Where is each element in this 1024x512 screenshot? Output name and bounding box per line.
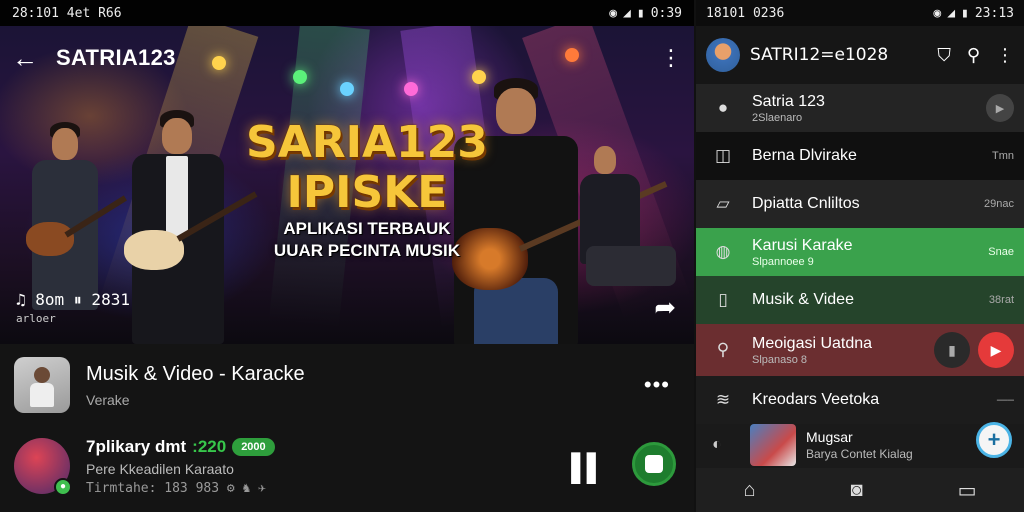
hero-meta: ♫ 8om ⏸ 2831 arloer [16,290,130,325]
chat-icon: ▱ [716,194,730,213]
mini-player-thumbnail [750,424,796,466]
whatsapp-icon: ● [54,478,72,496]
now-playing-number: :220 [192,436,227,456]
menu-item-title: Kreodars Veetoka [752,391,880,408]
stage-light [340,82,354,96]
right-panel: 18101 0236 ◉ ◢ ▮ 23:13 SATRI12=e1028 ⛉ ⚲… [696,0,1024,512]
menu-item-karaoke[interactable]: ◍ Karusi Karake Slpannoee 9 Snae [696,228,1024,276]
more-horiz-icon[interactable]: ••• [644,372,670,398]
battery-icon: ▮ [961,5,969,21]
status-icons: ◉ ◢ ▮ 23:13 [933,6,1014,21]
menu-item-meta: Snae [988,246,1014,258]
search-icon[interactable]: ⚲ [967,45,980,66]
now-playing-title: 7plikary dmt :220 2000 [86,437,275,457]
library-icon[interactable]: ▭ [958,478,977,503]
mini-player-subtitle: Barya Contet Kialag [806,447,913,461]
user-icon: ● [717,98,729,117]
menu-item-meta: 38rat [988,294,1014,306]
back-arrow-icon[interactable]: ← [12,43,42,74]
home-icon[interactable]: ⌂ [743,479,755,502]
status-icons: ◉ ◢ ▮ 0:39 [609,6,682,21]
stop-icon [645,455,663,473]
menu-item-title: Dpiatta Cnliltos [752,195,860,212]
stage-light [404,82,418,96]
search-icon: ⚲ [716,340,730,359]
mini-player-title: Mugsar [806,429,853,445]
drawer-header: SATRI12=e1028 ⛉ ⚲ ⋮ [696,26,1024,84]
list-item-subtitle: Verake [86,391,130,408]
status-bar: 18101 0236 ◉ ◢ ▮ 23:13 [696,0,1024,26]
status-clock: 23:13 [974,5,1014,21]
menu-item-title: Berna Dlvirake [752,147,857,164]
subheadline-line1: APLIKASI TERBAUK [283,219,451,238]
mic-icon: ◍ [715,242,731,261]
menu-item-wifi[interactable]: ≋ Kreodars Veetoka —– [696,376,1024,424]
play-icon[interactable]: ▶ [986,94,1014,122]
page-title: SATRIA123 [56,45,176,70]
karaoke-thumbnail [14,357,70,413]
ear-icon: ◐ [712,436,722,453]
now-playing-name: 7plikary dmt [86,436,187,456]
status-bar: 28:101 4et R66 ◉ ◢ ▮ 0:39 [0,0,694,26]
wifi-icon: ◉ [933,5,942,21]
bookmark-icon[interactable]: ▮ [934,332,970,368]
more-vert-icon[interactable]: ⋮ [996,45,1014,66]
musician-singer [112,110,262,344]
signal-icon: ◢ [947,5,956,21]
more-vert-icon[interactable]: ⋮ [660,45,682,71]
menu-item-subtitle: 2Slaenaro [752,111,803,124]
add-button[interactable]: + [976,422,1012,458]
left-panel: 28:101 4et R66 ◉ ◢ ▮ 0:39 ← SATRIA123 ⋮ … [0,0,694,512]
menu-item-subtitle: Slpanaso 8 [752,353,808,366]
list-item-title: Musik & Video - Karacke [86,362,305,385]
headline-line1: SARIA123 [246,117,488,168]
status-badge: 2000 [232,437,275,456]
profile-name: SATRI12=e1028 [750,45,889,65]
menu-item-title: Satria 123 [752,92,825,110]
avatar: ● [14,438,72,496]
menu-item-chat[interactable]: ▱ Dpiatta Cnliltos 29nac [696,180,1024,228]
status-time-left: 28:101 4et R66 [12,5,122,21]
media-icon[interactable]: ◙ [851,479,863,502]
shield-icon[interactable]: ⛉ [937,45,951,66]
bottom-nav: ⌂ ◙ ▭ [696,468,1024,512]
status-time-left: 18101 0236 [706,5,785,21]
play-button[interactable]: ▶ [978,332,1014,368]
hero-meta-small: arloer [16,312,56,325]
hero-stats: ♫ 8om ⏸ 2831 [16,290,130,309]
menu-item-record[interactable]: ◫ Berna Dlvirake Tmn [696,132,1024,180]
list-item[interactable]: Musik & Video - Karacke Verake ••• [0,352,694,418]
mini-player-card[interactable]: Mugsar Barya Contet Kialag [750,424,913,466]
wifi-icon: ≋ [715,390,731,409]
signal-icon: ◢ [623,5,631,21]
subheadline-line2: UUAR PECINTA MUSIK [273,241,460,260]
menu-item-music-video[interactable]: ▯ Musik & Videe 38rat [696,276,1024,324]
record-icon: ◫ [714,146,732,165]
hero-topbar: ← SATRIA123 ⋮ [0,40,694,76]
battery-icon: ▮ [636,5,645,21]
menu-item-title: Musik & Videe [752,291,854,308]
menu-item-meta: —– [996,394,1014,406]
menu-item-navigation[interactable]: ⚲ Meoigasi Uatdna Slpanaso 8 ▮ ▶ [696,324,1024,376]
menu-item-subtitle: Slpannoee 9 [752,255,814,268]
status-clock: 0:39 [650,5,682,21]
menu-item-title: Meoigasi Uatdna [752,334,873,352]
headline-line2: IPISKE [286,167,448,218]
menu-item-meta: Tmn [992,150,1014,162]
box-icon: ▯ [718,290,728,309]
avatar[interactable] [706,38,740,72]
stop-button[interactable] [632,442,676,486]
now-playing-meta: Tirmtahe: 183 983 ⚙ ♞ ✈ [86,480,267,496]
pause-icon[interactable]: ▌▌ [571,452,605,483]
hero-headline: SARIA123 IPISKE APLIKASI TERBAUK UUAR PE… [246,118,488,262]
menu-item-profile[interactable]: ● Satria 123 2Slaenaro ▶ [696,84,1024,132]
menu-item-title: Karusi Karake [752,236,853,254]
hero-banner[interactable]: ← SATRIA123 ⋮ SARIA123 IPISKE APLIKASI T… [0,26,694,344]
menu-item-meta: 29nac [984,198,1014,210]
wifi-icon: ◉ [609,5,618,21]
now-playing-subtitle: Pere Kkeadilen Karaato [86,460,234,477]
share-icon[interactable]: ➦ [654,292,676,323]
